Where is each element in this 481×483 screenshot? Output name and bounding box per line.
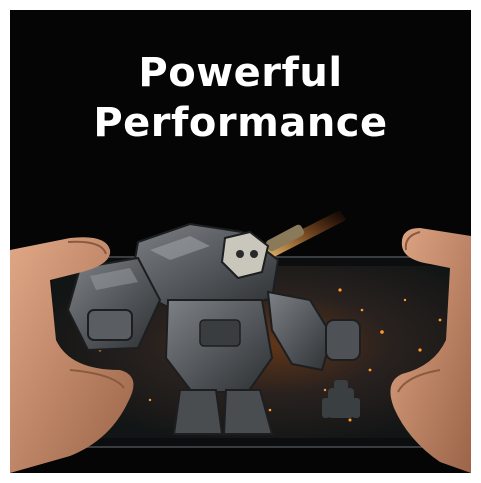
cannon-blast bbox=[265, 210, 346, 258]
product-banner: Powerful Performance bbox=[10, 10, 471, 473]
headline: Powerful Performance bbox=[10, 48, 471, 148]
headline-line-1: Powerful bbox=[138, 50, 343, 96]
headline-line-2: Performance bbox=[93, 100, 388, 146]
